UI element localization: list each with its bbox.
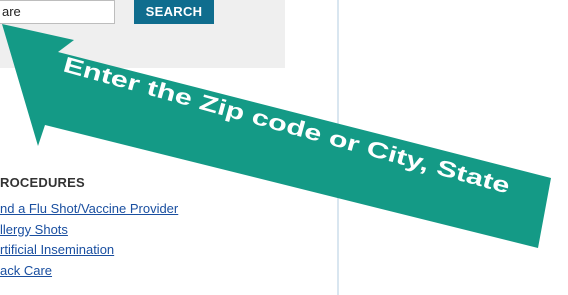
procedures-heading: ROCEDURES bbox=[0, 175, 85, 190]
search-panel: are SEARCH bbox=[0, 0, 285, 68]
procedure-link[interactable]: ack Care bbox=[0, 261, 178, 282]
procedure-link[interactable]: nd a Flu Shot/Vaccine Provider bbox=[0, 199, 178, 220]
procedures-list: nd a Flu Shot/Vaccine Provider llergy Sh… bbox=[0, 199, 178, 281]
search-button[interactable]: SEARCH bbox=[134, 0, 214, 24]
search-input[interactable]: are bbox=[0, 0, 115, 24]
annotation-text: Enter the Zip code or City, State bbox=[61, 52, 513, 199]
column-divider bbox=[337, 0, 339, 295]
procedure-link[interactable]: rtificial Insemination bbox=[0, 240, 178, 261]
procedure-link[interactable]: llergy Shots bbox=[0, 220, 178, 241]
